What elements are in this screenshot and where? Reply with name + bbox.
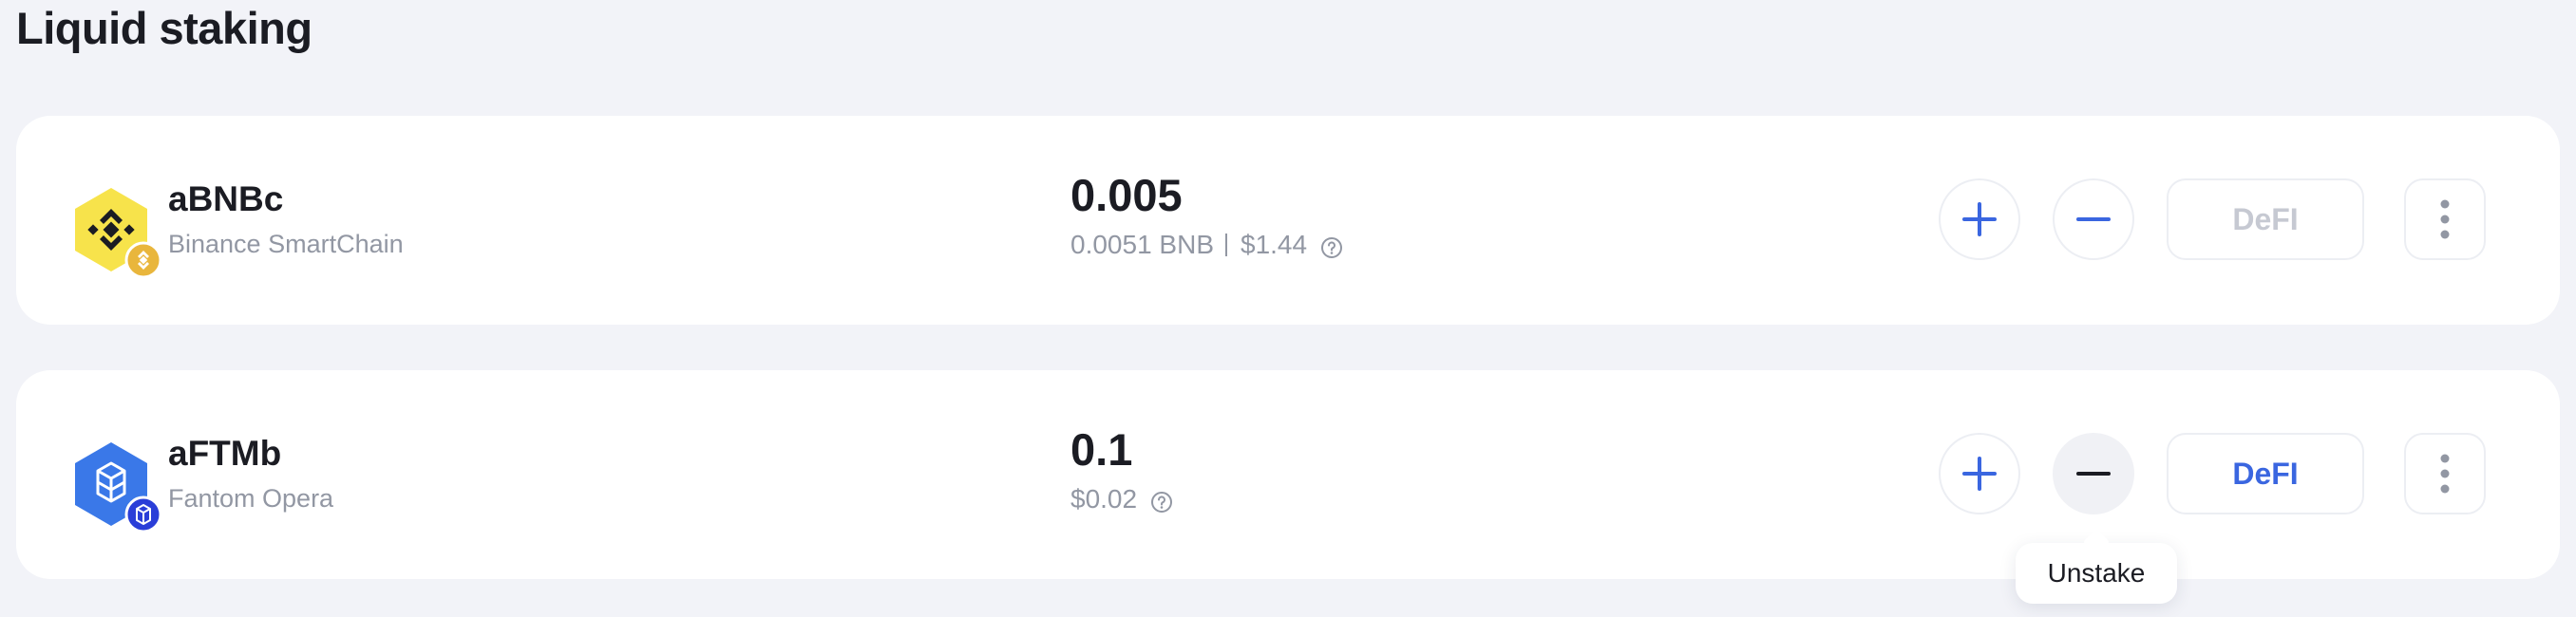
more-vertical-icon: [2440, 199, 2450, 239]
token-value-line: 0.0051 BNB $1.44: [1070, 228, 1343, 262]
plus-icon: [1962, 202, 1997, 236]
token-name: aFTMb: [168, 434, 282, 473]
minus-icon: [2076, 217, 2111, 221]
stake-button[interactable]: [1939, 178, 2020, 260]
unstake-button[interactable]: [2053, 178, 2134, 260]
unstake-tooltip: Unstake: [2016, 543, 2177, 604]
fantom-token-icon: [64, 435, 162, 533]
native-amount: 0.0051 BNB: [1070, 230, 1214, 259]
more-options-button[interactable]: [2404, 178, 2486, 260]
plus-icon: [1962, 457, 1997, 491]
divider: [1225, 234, 1227, 256]
token-network: Fantom Opera: [168, 484, 334, 513]
usd-value: $0.02: [1070, 484, 1138, 514]
fantom-network-badge-icon: [124, 495, 162, 533]
defi-button[interactable]: DeFI: [2167, 433, 2364, 514]
bnb-token-icon: [64, 180, 162, 279]
stake-button[interactable]: [1939, 433, 2020, 514]
more-vertical-icon: [2440, 454, 2450, 494]
bnb-network-badge-icon: [124, 241, 162, 279]
token-value-line: $0.02: [1070, 482, 1173, 516]
token-card-abnbc: aBNBc Binance SmartChain 0.005 0.0051 BN…: [16, 116, 2560, 325]
page-title: Liquid staking: [16, 3, 313, 53]
unstake-button[interactable]: [2053, 433, 2134, 514]
question-icon[interactable]: [1320, 234, 1343, 258]
token-amount: 0.1: [1070, 424, 1133, 475]
token-card-aftmb: aFTMb Fantom Opera 0.1 $0.02 DeFI: [16, 370, 2560, 579]
usd-value: $1.44: [1241, 230, 1308, 259]
defi-button[interactable]: DeFI: [2167, 178, 2364, 260]
token-amount: 0.005: [1070, 170, 1183, 220]
token-network: Binance SmartChain: [168, 230, 404, 258]
more-options-button[interactable]: [2404, 433, 2486, 514]
question-icon[interactable]: [1150, 488, 1173, 513]
token-name: aBNBc: [168, 179, 284, 218]
minus-icon: [2076, 472, 2111, 476]
